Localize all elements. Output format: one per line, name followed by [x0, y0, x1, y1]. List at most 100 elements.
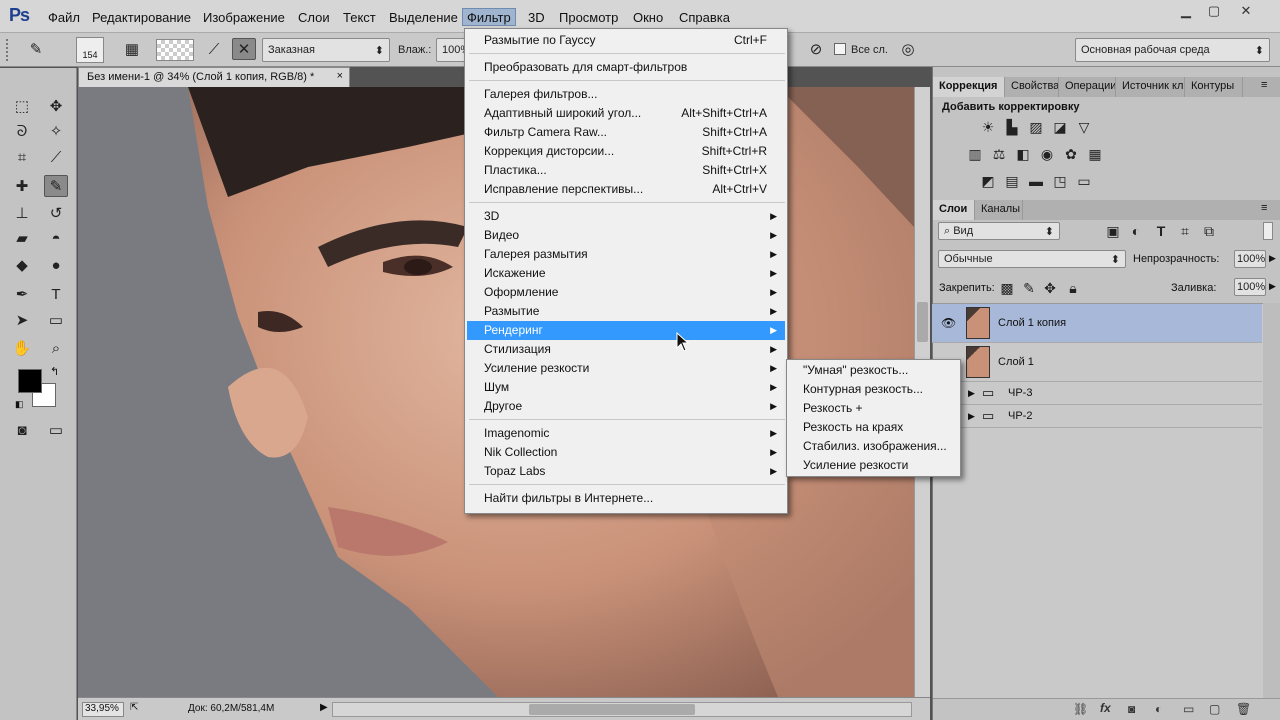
menu-5[interactable]: Текст: [339, 9, 380, 27]
curves-icon[interactable]: ▨: [1026, 117, 1046, 137]
share-icon[interactable]: ⇱: [130, 702, 138, 713]
color-lookup-icon[interactable]: ▦: [1085, 144, 1105, 164]
opacity-arrow[interactable]: ▶: [1269, 253, 1276, 264]
hue-saturation-icon[interactable]: ▥: [965, 144, 985, 164]
adjustments-tab-2[interactable]: Свойства: [1005, 77, 1059, 97]
horizontal-scroll-thumb[interactable]: [529, 704, 695, 715]
blur-icon[interactable]: ◆: [10, 254, 34, 276]
filter-menu-item[interactable]: Nik Collection ▶: [467, 443, 785, 462]
brush-tool-preset-icon[interactable]: ✎: [24, 38, 48, 60]
layers-tab-1[interactable]: Слои: [933, 200, 975, 220]
fill-input[interactable]: 100%: [1234, 278, 1266, 296]
sharpen-item[interactable]: "Умная" резкость...: [789, 361, 959, 380]
add-mask-icon[interactable]: ◙: [1128, 702, 1135, 716]
filter-menu-item[interactable]: Другое ▶: [467, 397, 785, 416]
filter-menu-item[interactable]: Искажение ▶: [467, 264, 785, 283]
eraser-icon[interactable]: ▰: [10, 227, 34, 249]
dodge-icon[interactable]: ●: [44, 254, 68, 276]
photo-filter-icon[interactable]: ◉: [1037, 144, 1057, 164]
filter-menu-item[interactable]: Шум ▶: [467, 378, 785, 397]
foreground-color-swatch-top[interactable]: [18, 369, 42, 393]
filter-menu-item[interactable]: Оформление ▶: [467, 283, 785, 302]
brightness-icon[interactable]: ☀: [978, 117, 998, 137]
all-layers-checkbox[interactable]: [834, 43, 846, 55]
filter-menu-item[interactable]: Пластика... Shift+Ctrl+X: [467, 161, 785, 180]
black-white-icon[interactable]: ◧: [1013, 144, 1033, 164]
new-layer-icon[interactable]: ▢: [1209, 702, 1220, 716]
filter-menu-item[interactable]: Видео ▶: [467, 226, 785, 245]
new-adjustment-icon[interactable]: ◐: [1155, 702, 1162, 716]
lasso-icon[interactable]: ᘐ: [10, 120, 34, 142]
menu-7[interactable]: Фильтр: [462, 8, 516, 26]
trash-icon[interactable]: 🗑︎: [1236, 702, 1251, 716]
expand-arrow-icon[interactable]: ▶: [968, 388, 975, 399]
brush-icon[interactable]: ✎: [44, 175, 68, 197]
lock-paint-icon[interactable]: ✎: [1019, 278, 1039, 298]
adjustments-tab-3[interactable]: Операции: [1059, 77, 1116, 97]
healing-brush-icon[interactable]: ✚: [10, 175, 34, 197]
menu-11[interactable]: Справка: [675, 9, 734, 27]
lock-all-icon[interactable]: 🔒︎: [1063, 278, 1083, 298]
panel-menu-icon[interactable]: ≡: [1261, 79, 1267, 91]
filter-menu-item[interactable]: Рендеринг ▶: [467, 321, 785, 340]
filter-menu-item[interactable]: Галерея размытия ▶: [467, 245, 785, 264]
threshold-icon[interactable]: ▬: [1026, 171, 1046, 191]
pattern-picker[interactable]: [156, 39, 194, 61]
expand-arrow-icon[interactable]: ▶: [968, 411, 975, 422]
menu-6[interactable]: Выделение: [385, 9, 462, 27]
filter-menu-item[interactable]: Размытие ▶: [467, 302, 785, 321]
zoom-field[interactable]: 33,95%: [82, 702, 124, 717]
filter-menu-item[interactable]: Усиление резкости ▶: [467, 359, 785, 378]
document-close-icon[interactable]: ×: [337, 70, 343, 82]
pen-icon[interactable]: ✒: [10, 283, 34, 305]
adjustments-tab-4[interactable]: Источник кл: [1116, 77, 1185, 97]
exposure-icon[interactable]: ◪: [1050, 117, 1070, 137]
filter-menu-item[interactable]: Imagenomic ▶: [467, 424, 785, 443]
filter-menu-item[interactable]: Коррекция дисторсии... Shift+Ctrl+R: [467, 142, 785, 161]
clone-stamp-icon[interactable]: ⊥: [10, 202, 34, 224]
filter-menu-item[interactable]: Стилизация ▶: [467, 340, 785, 359]
gradient-map-icon[interactable]: ▭: [1074, 171, 1094, 191]
menu-1[interactable]: Файл: [44, 9, 84, 27]
layers-scrollbar[interactable]: [1263, 303, 1280, 698]
mode-select[interactable]: Заказная ⬍: [262, 38, 390, 62]
sharpen-item[interactable]: Резкость +: [789, 399, 959, 418]
pressure-icon[interactable]: ◎: [896, 38, 920, 60]
menu-8[interactable]: 3D: [524, 9, 549, 27]
path-select-icon[interactable]: ➤: [10, 309, 34, 331]
clean-brush-icon[interactable]: ✕: [232, 38, 256, 60]
adjustments-tab-5[interactable]: Контуры: [1185, 77, 1243, 97]
menu-10[interactable]: Окно: [629, 9, 667, 27]
eyedropper-icon[interactable]: ⟋: [44, 146, 68, 168]
lock-transparent-icon[interactable]: ▩: [997, 278, 1017, 298]
filter-shape-icon[interactable]: ⌗: [1175, 221, 1195, 241]
layers-tab-2[interactable]: Каналы: [975, 200, 1023, 220]
invert-icon[interactable]: ◩: [978, 171, 998, 191]
menu-3[interactable]: Изображение: [199, 9, 289, 27]
brush-panel-toggle-icon[interactable]: ▦: [120, 38, 144, 60]
quick-mask-icon[interactable]: ◙: [10, 419, 34, 441]
layer-filter-select[interactable]: ⌕ Вид ⬍: [938, 222, 1060, 240]
default-colors-icon[interactable]: ◧: [15, 399, 24, 410]
sample-all-icon[interactable]: ⟋: [202, 38, 226, 60]
color-balance-icon[interactable]: ⚖: [989, 144, 1009, 164]
type-icon[interactable]: T: [44, 283, 68, 305]
zoom-icon[interactable]: ⌕: [44, 337, 68, 359]
sharpen-item[interactable]: Контурная резкость...: [789, 380, 959, 399]
maximize-button[interactable]: ▢: [1198, 0, 1230, 22]
horizontal-scrollbar[interactable]: [332, 702, 912, 717]
menu-4[interactable]: Слои: [294, 9, 334, 27]
filter-type-icon[interactable]: T: [1151, 221, 1171, 241]
opacity-input[interactable]: 100%: [1234, 250, 1266, 268]
menu-2[interactable]: Редактирование: [88, 9, 195, 27]
filter-smart-object-icon[interactable]: ⧉: [1199, 221, 1219, 241]
visibility-eye-icon[interactable]: 👁︎: [941, 316, 956, 330]
filter-menu-item[interactable]: Фильтр Camera Raw... Shift+Ctrl+A: [467, 123, 785, 142]
workspace-select[interactable]: Основная рабочая среда ⬍: [1075, 38, 1270, 62]
layer-row[interactable]: ▶ ▭ ЧР-2: [932, 405, 1262, 428]
vertical-scroll-thumb[interactable]: [917, 302, 928, 342]
channel-mixer-icon[interactable]: ✿: [1061, 144, 1081, 164]
document-tab[interactable]: Без имени-1 @ 34% (Слой 1 копия, RGB/8) …: [78, 67, 350, 87]
selective-color-icon[interactable]: ◳: [1050, 171, 1070, 191]
status-menu-arrow[interactable]: ▶: [320, 702, 328, 713]
